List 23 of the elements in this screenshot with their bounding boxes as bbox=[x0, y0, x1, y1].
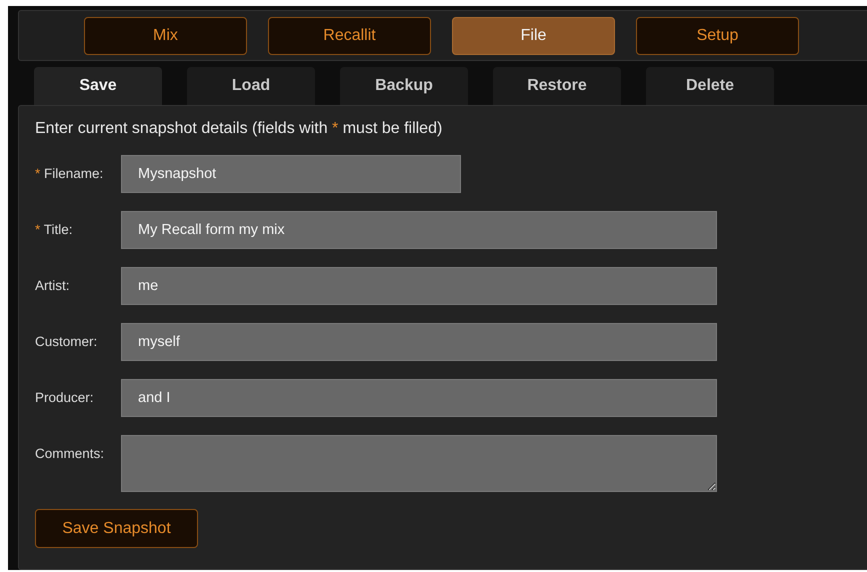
field-label: Comments: bbox=[35, 445, 106, 461]
text-field[interactable]: myself bbox=[121, 323, 717, 361]
text-field[interactable]: Mysnapshot bbox=[121, 155, 461, 193]
field-label: Customer: bbox=[35, 333, 98, 349]
field-label: * Filename: bbox=[35, 165, 104, 181]
comments-field[interactable] bbox=[121, 435, 717, 492]
field-label: * Title: bbox=[35, 221, 74, 237]
instruction-text: Enter current snapshot details (fields with * must be filled) bbox=[35, 120, 444, 138]
tab[interactable]: Load bbox=[187, 67, 315, 105]
nav-button[interactable]: Recallit bbox=[268, 16, 431, 54]
text-field[interactable]: and I bbox=[121, 379, 717, 417]
field-label: Producer: bbox=[35, 389, 95, 405]
save-snapshot-button[interactable]: Save Snapshot bbox=[35, 509, 198, 548]
tab[interactable]: Backup bbox=[340, 67, 468, 105]
nav-button[interactable]: Setup bbox=[636, 16, 799, 54]
tab[interactable]: Delete bbox=[646, 67, 774, 105]
tab[interactable]: Save bbox=[34, 67, 162, 105]
field-label: Artist: bbox=[35, 277, 71, 293]
text-field[interactable]: me bbox=[121, 267, 717, 305]
nav-button[interactable]: Mix bbox=[84, 16, 247, 54]
nav-button[interactable]: File bbox=[452, 16, 615, 54]
tab[interactable]: Restore bbox=[493, 67, 621, 105]
text-field[interactable]: My Recall form my mix bbox=[121, 211, 717, 249]
